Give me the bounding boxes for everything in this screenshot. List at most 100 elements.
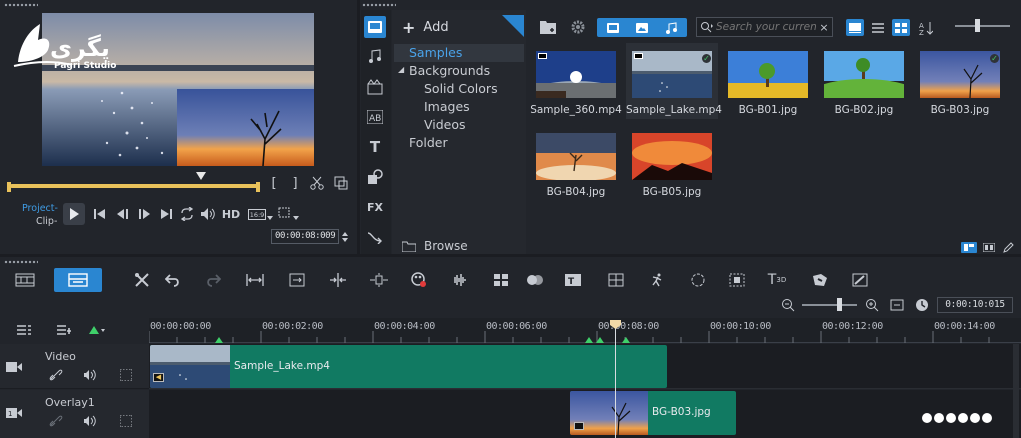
timeline-clip[interactable]: BG-B03.jpg — [570, 391, 736, 435]
library-item[interactable]: ✓ BG-B03.jpg — [914, 43, 1006, 119]
panel-grip[interactable] — [362, 3, 396, 7]
tools-icon[interactable] — [133, 271, 151, 289]
track-list-icon[interactable] — [16, 323, 32, 337]
home-icon[interactable] — [94, 208, 106, 220]
fx-icon[interactable]: FX — [366, 198, 384, 216]
add-button[interactable]: + Add — [402, 18, 449, 37]
search-input[interactable] — [716, 19, 816, 35]
subtitle-icon[interactable]: T — [563, 271, 583, 289]
hd-toggle[interactable]: HD — [221, 207, 241, 221]
browse-button[interactable]: Browse — [402, 239, 468, 253]
mask-creator-icon[interactable] — [810, 271, 830, 289]
ripple-icon[interactable] — [368, 271, 390, 289]
mark-out-button[interactable]: ] — [289, 176, 301, 191]
record-icon[interactable] — [409, 271, 429, 289]
trim-marker-left[interactable] — [7, 182, 11, 192]
track-manager-icon[interactable] — [287, 271, 307, 289]
split-screen-icon[interactable] — [606, 271, 626, 289]
tree-item-solid-colors[interactable]: Solid Colors — [424, 81, 498, 96]
audio-icon[interactable] — [366, 48, 384, 66]
view-grid-icon[interactable] — [892, 19, 910, 36]
storyboard-view-icon[interactable] — [8, 269, 42, 291]
fit-project-icon[interactable] — [245, 271, 265, 289]
timeline-clip[interactable]: ◀ Sample_Lake.mp4 — [150, 345, 667, 388]
volume-icon[interactable] — [82, 368, 98, 382]
scrub-bar[interactable] — [10, 184, 258, 188]
path-icon[interactable] — [366, 228, 384, 246]
timecode-display[interactable]: 00:00:08:009 — [271, 229, 339, 244]
graphic-icon[interactable] — [366, 168, 384, 186]
grid-toggle-icon[interactable] — [119, 414, 133, 428]
trim-marker-right[interactable] — [256, 182, 260, 192]
volume-icon[interactable] — [200, 207, 216, 221]
playhead-line[interactable] — [615, 328, 616, 438]
clock-icon[interactable] — [914, 297, 930, 313]
filter-video-icon[interactable] — [600, 19, 626, 36]
crop-tool-icon[interactable] — [727, 271, 747, 289]
grid-toggle-icon[interactable] — [119, 368, 133, 382]
paint-creator-icon[interactable] — [850, 271, 870, 289]
link-icon[interactable] — [48, 414, 64, 428]
library-item[interactable]: BG-B02.jpg — [818, 43, 910, 119]
filter-photo-icon[interactable] — [629, 19, 655, 36]
repeat-icon[interactable] — [180, 207, 194, 221]
scrub-handle[interactable] — [196, 172, 206, 180]
redo-icon[interactable] — [204, 271, 222, 289]
chapter-marker-icon[interactable] — [88, 324, 106, 336]
library-item[interactable]: ✓ Sample_Lake.mp4 — [626, 43, 722, 119]
library-item[interactable]: BG-B01.jpg — [722, 43, 814, 119]
snapshot-icon[interactable] — [334, 176, 348, 190]
split-icon[interactable] — [327, 271, 349, 289]
instant-project-icon[interactable] — [366, 78, 384, 96]
audio-wave-icon[interactable] — [450, 271, 470, 289]
layout-alt-icon[interactable] — [982, 242, 996, 253]
scissors-icon[interactable] — [310, 176, 324, 190]
motion-tracking-icon[interactable] — [647, 271, 667, 289]
layout-icon[interactable] — [961, 242, 977, 253]
transition-icon[interactable]: AB — [366, 108, 384, 126]
tree-item-folder[interactable]: Folder — [409, 135, 448, 150]
motion-icon[interactable] — [524, 271, 546, 289]
import-folder-icon[interactable] — [540, 19, 556, 35]
tree-expand-icon[interactable]: ◢ — [398, 65, 404, 74]
tree-item-backgrounds[interactable]: Backgrounds — [409, 63, 490, 78]
timeline-ruler[interactable]: 00:00:00:00 00:00:02:00 00:00:04:00 00:0… — [149, 318, 1021, 343]
panel-grip[interactable] — [4, 260, 38, 264]
timeline-scrollbar[interactable] — [1013, 344, 1019, 438]
zoom-out-icon[interactable] — [780, 297, 796, 313]
view-list-icon[interactable] — [870, 19, 886, 36]
end-icon[interactable] — [160, 208, 172, 220]
library-item[interactable]: BG-B05.jpg — [626, 125, 718, 201]
fit-timeline-icon[interactable] — [889, 297, 905, 313]
mode-clip[interactable]: Clip- — [36, 216, 57, 227]
mark-in-button[interactable]: [ — [268, 176, 280, 191]
settings-icon[interactable] — [570, 19, 586, 35]
chevron-down-icon[interactable] — [293, 215, 299, 221]
tree-item-videos[interactable]: Videos — [424, 117, 466, 132]
sort-icon[interactable]: AZ — [918, 19, 934, 36]
panel-grip[interactable] — [4, 3, 38, 7]
link-icon[interactable] — [48, 368, 64, 382]
title-3d-icon[interactable]: T 3D — [766, 271, 788, 289]
clear-search-icon[interactable]: × — [818, 21, 830, 34]
zoom-slider-handle[interactable] — [837, 298, 842, 311]
multicam-icon[interactable] — [491, 271, 511, 289]
view-thumbnail-icon[interactable] — [846, 19, 864, 36]
media-icon[interactable] — [364, 16, 386, 38]
previous-frame-icon[interactable] — [116, 208, 130, 220]
undo-icon[interactable] — [164, 271, 182, 289]
title-icon[interactable]: T — [366, 138, 384, 156]
edit-icon[interactable] — [1002, 242, 1014, 253]
volume-icon[interactable] — [82, 414, 98, 428]
thumbnail-size-handle[interactable] — [975, 19, 980, 32]
timeline-view-icon[interactable] — [54, 268, 102, 292]
library-item[interactable]: BG-B04.jpg — [530, 125, 622, 201]
tree-item-images[interactable]: Images — [424, 99, 470, 114]
zoom-slider[interactable] — [802, 304, 857, 306]
play-button[interactable] — [63, 203, 85, 225]
chevron-down-icon[interactable] — [267, 215, 273, 221]
zoom-in-icon[interactable] — [864, 297, 880, 313]
timecode-stepper[interactable] — [340, 229, 350, 244]
filter-audio-icon[interactable] — [658, 19, 684, 36]
track-options-icon[interactable] — [56, 323, 72, 337]
